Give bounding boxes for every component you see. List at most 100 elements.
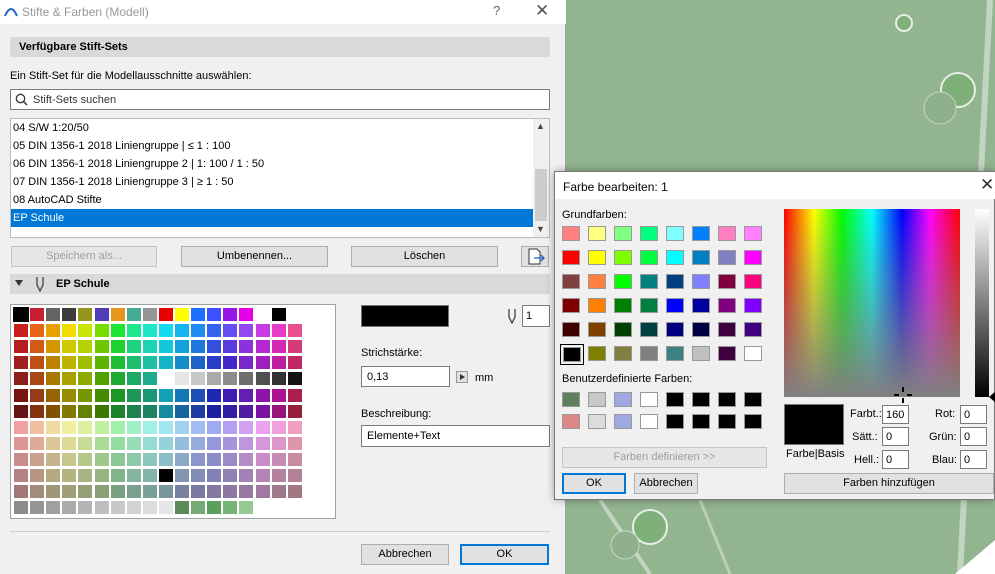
- luminance-field[interactable]: 0: [882, 450, 909, 469]
- pen-color-cell[interactable]: [46, 388, 61, 402]
- pen-color-cell[interactable]: [62, 501, 77, 515]
- pen-color-cell[interactable]: [158, 452, 173, 466]
- pen-color-cell[interactable]: [175, 388, 189, 402]
- pen-color-cell[interactable]: [142, 340, 157, 354]
- pen-color-cell[interactable]: [255, 436, 270, 450]
- pen-color-cell[interactable]: [46, 308, 61, 321]
- basic-color-swatch[interactable]: [690, 344, 714, 365]
- pen-color-cell[interactable]: [255, 501, 270, 515]
- pen-color-cell[interactable]: [158, 308, 173, 321]
- pen-color-cell[interactable]: [142, 452, 157, 466]
- pen-color-cell[interactable]: [223, 469, 238, 482]
- pen-color-cell[interactable]: [255, 485, 270, 499]
- pen-color-cell[interactable]: [303, 469, 318, 482]
- pen-color-cell[interactable]: [287, 452, 302, 466]
- pen-color-cell[interactable]: [94, 436, 109, 450]
- pen-set-item[interactable]: 05 DIN 1356-1 2018 Liniengruppe | ≤ 1 : …: [11, 137, 534, 155]
- pen-color-cell[interactable]: [62, 388, 77, 402]
- pen-color-cell[interactable]: [94, 501, 109, 515]
- pen-color-cell[interactable]: [126, 436, 141, 450]
- description-field[interactable]: Elemente+Text: [361, 425, 550, 447]
- pen-color-cell[interactable]: [319, 469, 334, 482]
- pen-color-cell[interactable]: [255, 420, 270, 434]
- pen-set-item[interactable]: 04 S/W 1:20/50: [11, 119, 534, 137]
- basic-color-swatch[interactable]: [716, 248, 740, 269]
- pen-color-cell[interactable]: [287, 436, 302, 450]
- pen-color-cell[interactable]: [255, 308, 270, 321]
- pen-color-cell[interactable]: [239, 501, 254, 515]
- pen-color-cell[interactable]: [142, 324, 157, 338]
- pen-color-cell[interactable]: [191, 452, 206, 466]
- pen-color-cell[interactable]: [110, 436, 125, 450]
- pen-color-cell[interactable]: [271, 356, 286, 370]
- pen-color-cell[interactable]: [158, 404, 173, 418]
- pen-color-cell[interactable]: [271, 388, 286, 402]
- pen-color-cell[interactable]: [303, 404, 318, 418]
- custom-color-swatch[interactable]: [716, 390, 740, 411]
- pen-color-cell[interactable]: [30, 372, 45, 386]
- pen-color-cell[interactable]: [223, 356, 238, 370]
- pen-color-cell[interactable]: [207, 372, 222, 386]
- basic-color-swatch[interactable]: [690, 224, 714, 245]
- pen-color-cell[interactable]: [14, 452, 28, 466]
- pen-color-cell[interactable]: [223, 485, 238, 499]
- pen-color-cell[interactable]: [287, 485, 302, 499]
- pen-color-cell[interactable]: [271, 469, 286, 482]
- pen-color-cell[interactable]: [110, 372, 125, 386]
- pen-color-cell[interactable]: [287, 404, 302, 418]
- pen-color-cell[interactable]: [46, 356, 61, 370]
- pen-color-cell[interactable]: [46, 452, 61, 466]
- pen-color-cell[interactable]: [223, 340, 238, 354]
- pen-color-cell[interactable]: [14, 469, 28, 482]
- pen-color-cell[interactable]: [255, 372, 270, 386]
- basic-color-swatch[interactable]: [664, 248, 688, 269]
- custom-color-swatch[interactable]: [690, 412, 714, 433]
- pen-color-cell[interactable]: [271, 340, 286, 354]
- pen-color-cell[interactable]: [126, 420, 141, 434]
- pen-color-cell[interactable]: [303, 308, 318, 321]
- pen-color-cell[interactable]: [110, 420, 125, 434]
- pen-color-cell[interactable]: [175, 372, 189, 386]
- pen-color-cell[interactable]: [158, 469, 173, 482]
- pen-color-cell[interactable]: [46, 404, 61, 418]
- pen-set-item[interactable]: 06 DIN 1356-1 2018 Liniengruppe 2 | 1: 1…: [11, 155, 534, 173]
- pen-color-cell[interactable]: [46, 324, 61, 338]
- custom-color-swatch[interactable]: [690, 390, 714, 411]
- basic-color-swatch[interactable]: [612, 224, 636, 245]
- basic-color-swatch[interactable]: [560, 320, 584, 341]
- pen-color-cell[interactable]: [126, 469, 141, 482]
- basic-color-swatch[interactable]: [664, 272, 688, 293]
- pen-color-cell[interactable]: [158, 420, 173, 434]
- basic-color-swatch[interactable]: [742, 344, 766, 365]
- pen-color-cell[interactable]: [319, 372, 334, 386]
- pen-color-cell[interactable]: [158, 501, 173, 515]
- pen-color-cell[interactable]: [126, 452, 141, 466]
- pen-color-cell[interactable]: [94, 324, 109, 338]
- pen-color-cell[interactable]: [62, 340, 77, 354]
- pen-color-cell[interactable]: [271, 308, 286, 321]
- pen-color-cell[interactable]: [13, 307, 29, 322]
- pen-color-cell[interactable]: [110, 324, 125, 338]
- basic-color-swatch[interactable]: [690, 296, 714, 317]
- basic-color-swatch[interactable]: [742, 224, 766, 245]
- pen-color-cell[interactable]: [158, 372, 173, 386]
- close-button[interactable]: ✕: [535, 1, 549, 21]
- pen-color-cell[interactable]: [78, 372, 93, 386]
- pen-color-cell[interactable]: [62, 356, 77, 370]
- list-scrollbar[interactable]: ▲ ▼: [533, 119, 549, 237]
- basic-color-swatch[interactable]: [716, 224, 740, 245]
- blue-field[interactable]: 0: [960, 450, 987, 469]
- pen-color-cell[interactable]: [303, 485, 318, 499]
- pen-color-cell[interactable]: [191, 501, 206, 515]
- pen-color-cell[interactable]: [110, 404, 125, 418]
- basic-color-swatch[interactable]: [690, 320, 714, 341]
- hue-field[interactable]: 160: [882, 405, 909, 424]
- basic-color-swatch[interactable]: [664, 296, 688, 317]
- pen-color-cell[interactable]: [303, 501, 318, 515]
- pen-color-cell[interactable]: [30, 469, 45, 482]
- pen-color-cell[interactable]: [175, 356, 189, 370]
- pen-number-field[interactable]: 1: [522, 305, 550, 327]
- pen-color-cell[interactable]: [94, 420, 109, 434]
- pen-color-cell[interactable]: [158, 436, 173, 450]
- pen-color-cell[interactable]: [142, 501, 157, 515]
